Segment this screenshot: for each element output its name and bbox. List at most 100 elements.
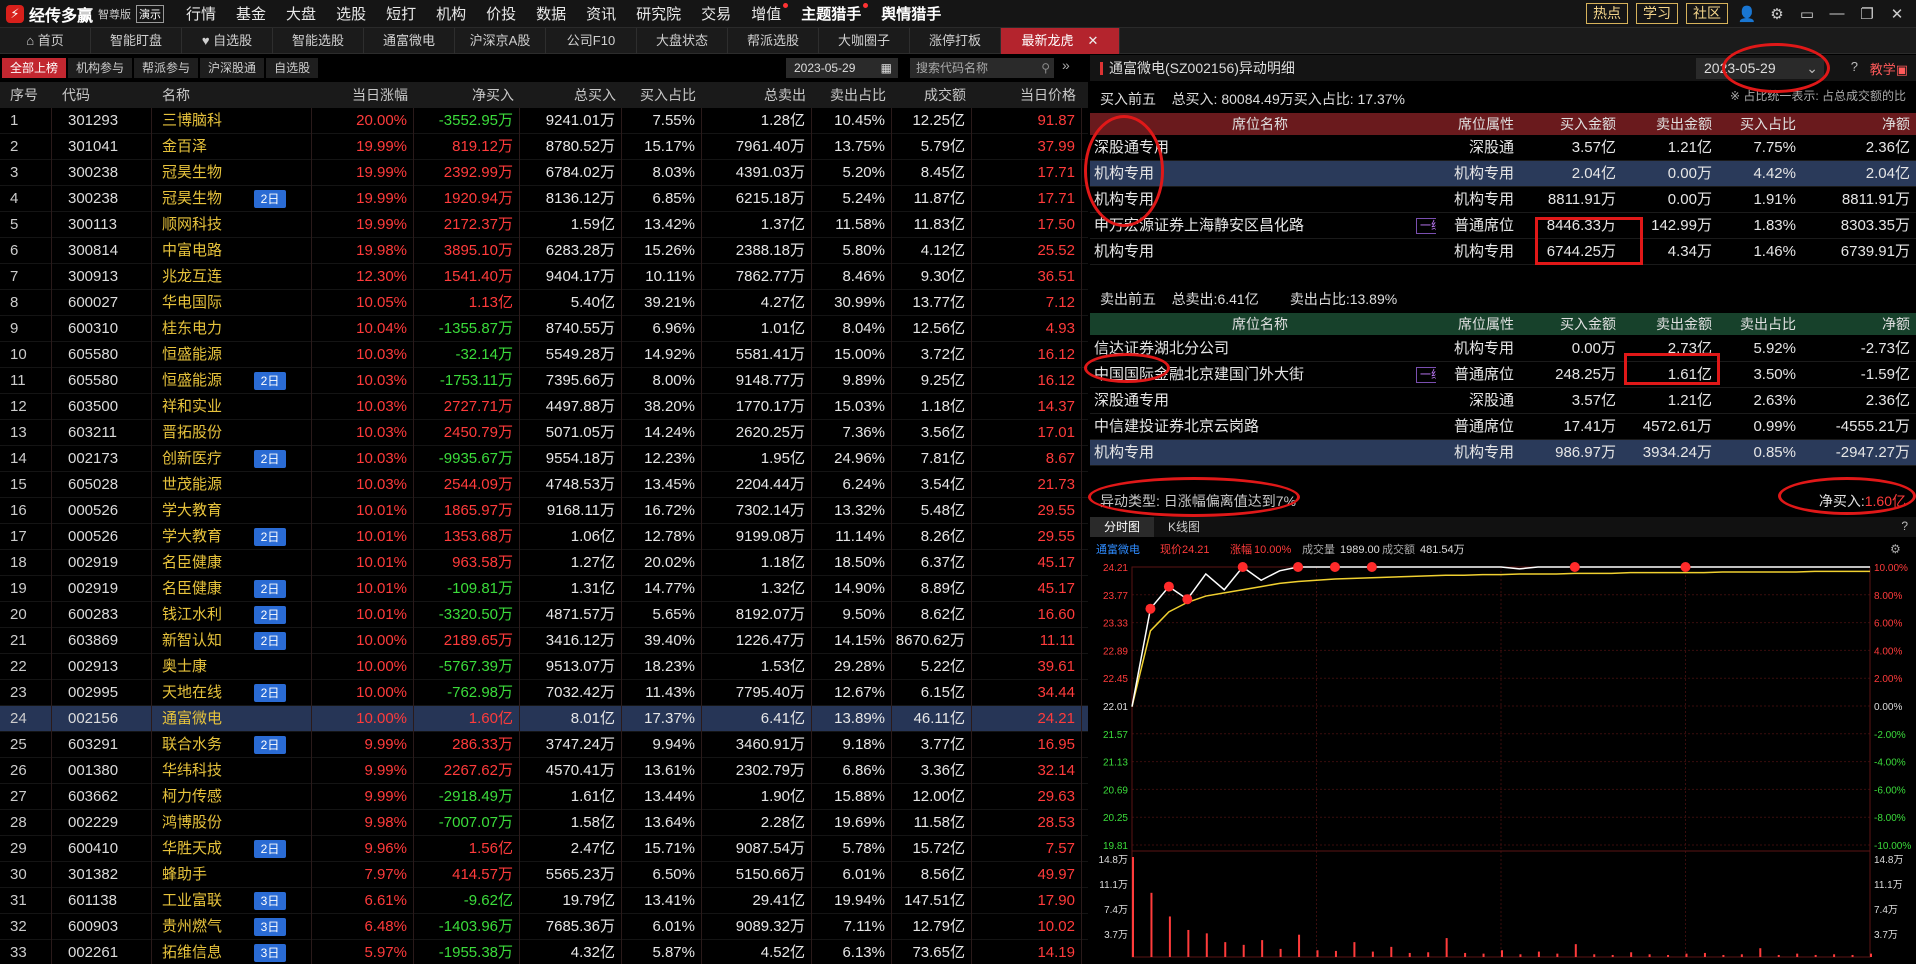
column-header[interactable]: 卖出占比 [812,82,892,108]
stock-name[interactable]: 恒盛能源 2日 [152,367,312,394]
table-row[interactable]: 3 300238 冠昊生物 19.99% 2392.99万 6784.02万 8.03% 43… [0,159,1088,186]
table-row[interactable]: 16 000526 学大教育 10.01% 1865.97万 9168.11万 16.72%… [0,497,1088,524]
stock-name[interactable]: 联合水务 2日 [152,731,312,758]
stock-name[interactable]: 中富电路 [152,237,312,264]
table-row[interactable]: 15 605028 世茂能源 10.03% 2544.09万 4748.53万 13.45%… [0,471,1088,498]
stock-name[interactable]: 新智认知 2日 [152,627,312,654]
stock-name[interactable]: 世茂能源 [152,471,312,498]
table-row[interactable]: 28 002229 鸿博股份 9.98% -7007.07万 1.58亿 13.64% 2.2… [0,809,1088,836]
table-row[interactable]: 11 605580 恒盛能源 2日 10.03% -1753.11万 7395.66万 8.0… [0,367,1088,394]
column-header[interactable]: 净额 [1802,313,1916,335]
column-header[interactable]: 席位属性 [1436,113,1520,135]
table-row[interactable]: 30 301382 蜂助手 7.97% 414.57万 5565.23万 6.50% 5150… [0,861,1088,888]
table-row[interactable]: 26 001380 华纬科技 9.99% 2267.62万 4570.41万 13.61% 2… [0,757,1088,784]
stock-name[interactable]: 蜂助手 [152,861,312,888]
table-row[interactable]: 32 600903 贵州燃气 3日 6.48% -1403.96万 7685.36万 6.01… [0,913,1088,940]
stock-name[interactable]: 奥士康 [152,653,312,680]
menu-market[interactable]: 大盘 [276,3,326,24]
table-row[interactable]: 7 300913 兆龙互连 12.30% 1541.40万 9404.17万 10.11% 7… [0,263,1088,290]
column-header[interactable]: 席位名称 [1090,313,1436,335]
table-row[interactable]: 17 000526 学大教育 2日 10.01% 1353.68万 1.06亿 12.78% 9… [0,523,1088,550]
table-row[interactable]: 20 600283 钱江水利 2日 10.01% -3320.50万 4871.57万 5.6… [0,601,1088,628]
menu-value-added[interactable]: 增值 [741,3,791,24]
stock-name[interactable]: 华纬科技 [152,757,312,784]
column-header[interactable]: 净买入 [414,82,520,108]
table-row[interactable]: 18 002919 名臣健康 10.01% 963.58万 1.27亿 20.02% 1.18… [0,549,1088,576]
close-icon[interactable]: ✕ [1886,5,1908,23]
menu-news[interactable]: 资讯 [576,3,626,24]
stock-name[interactable]: 金百泽 [152,133,312,160]
stock-name[interactable]: 工业富联 3日 [152,887,312,914]
user-icon[interactable]: 👤 [1736,5,1758,23]
column-header[interactable]: 买入金额 [1520,113,1622,135]
stock-name[interactable]: 天地在线 2日 [152,679,312,706]
seat-row[interactable]: 中信建投证券北京云岗路 普通席位 17.41万 4572.61万 0.99% -4555.… [1090,414,1916,440]
table-row[interactable]: 9 600310 桂东电力 10.04% -1355.87万 8740.55万 6.96% 1… [0,315,1088,342]
learn-button[interactable]: 学习 [1636,3,1678,24]
column-header[interactable]: 成交额 [892,82,972,108]
column-header[interactable]: 当日价格 [972,82,1082,108]
table-row[interactable]: 25 603291 联合水务 2日 9.99% 286.33万 3747.24万 9.94% 3… [0,731,1088,758]
stock-name[interactable]: 钱江水利 2日 [152,601,312,628]
table-row[interactable]: 21 603869 新智认知 2日 10.00% 2189.65万 3416.12万 39.4… [0,627,1088,654]
column-header[interactable]: 总卖出 [702,82,812,108]
hot-button[interactable]: 热点 [1586,3,1628,24]
column-header[interactable]: 买入金额 [1520,313,1622,335]
stock-name[interactable]: 学大教育 [152,497,312,524]
column-header[interactable]: 买入占比 [622,82,702,108]
stock-name[interactable]: 顺网科技 [152,211,312,238]
table-row[interactable]: 2 301041 金百泽 19.99% 819.12万 8780.52万 15.17% 796… [0,133,1088,160]
seat-row[interactable]: 中国国际金融北京建国门外大街一线普通席位248.25万1.61亿3.50%-1.… [1090,362,1916,388]
stock-name[interactable]: 桂东电力 [152,315,312,342]
stock-name[interactable]: 创新医疗 2日 [152,445,312,472]
table-row[interactable]: 31 601138 工业富联 3日 6.61% -9.62亿 19.79亿 13.41% 29.… [0,887,1088,914]
table-row[interactable]: 4 300238 冠昊生物 2日 19.99% 1920.94万 8136.12万 6.85%… [0,185,1088,212]
search-input[interactable]: 搜索代码名称 ⚲ [910,58,1054,78]
stock-name[interactable]: 恒盛能源 [152,341,312,368]
table-row[interactable]: 5 300113 顺网科技 19.99% 2172.37万 1.59亿 13.42% 1.37… [0,211,1088,238]
subtab-connect[interactable]: 沪深股通 [200,58,265,78]
stock-name[interactable]: 冠昊生物 [152,159,312,186]
column-header[interactable]: 总买入 [520,82,622,108]
seat-row[interactable]: 机构专用 机构专用 986.97万 3934.24万 0.85% -2947.27万 [1090,440,1916,466]
help-icon[interactable]: ? [1851,59,1858,74]
column-header[interactable]: 卖出金额 [1622,113,1718,135]
restore-icon[interactable]: ❐ [1856,5,1878,23]
tab-a-shares[interactable]: 沪深京A股 [455,28,546,54]
gear-icon[interactable]: ⚙ [1766,5,1788,23]
community-button[interactable]: 社区 [1686,3,1728,24]
menu-short-trade[interactable]: 短打 [376,3,426,24]
table-row[interactable]: 19 002919 名臣健康 2日 10.01% -109.81万 1.31亿 14.77% 1… [0,575,1088,602]
table-row[interactable]: 8 600027 华电国际 10.05% 1.13亿 5.40亿 39.21% 4.27亿 30… [0,289,1088,316]
table-row[interactable]: 10 605580 恒盛能源 10.03% -32.14万 5549.28万 14.92% 5… [0,341,1088,368]
seat-row[interactable]: 机构专用 机构专用 8811.91万 0.00万 1.91% 8811.91万 [1090,187,1916,213]
minimize-icon[interactable]: — [1826,5,1848,22]
table-row[interactable]: 23 002995 天地在线 2日 10.00% -762.98万 7032.42万 11.4… [0,679,1088,706]
tab-gang-pick[interactable]: 帮派选股 [728,28,819,54]
tab-smart-watch[interactable]: 智能盯盘 [91,28,182,54]
stock-name[interactable]: 名臣健康 2日 [152,575,312,602]
stock-name[interactable]: 名臣健康 [152,549,312,576]
seat-row[interactable]: 深股通专用 深股通 3.57亿 1.21亿 2.63% 2.36亿 [1090,388,1916,414]
tab-circle[interactable]: 大咖圈子 [819,28,910,54]
stock-name[interactable]: 华电国际 [152,289,312,316]
table-row[interactable]: 29 600410 华胜天成 2日 9.96% 1.56亿 2.47亿 15.71% 9087.… [0,835,1088,862]
seat-row[interactable]: 机构专用 机构专用 6744.25万 4.34万 1.46% 6739.91万 [1090,239,1916,265]
tab-tongfu[interactable]: 通富微电 [364,28,455,54]
stock-name[interactable]: 晋拓股份 [152,419,312,446]
menu-institution[interactable]: 机构 [426,3,476,24]
seat-row[interactable]: 信达证券湖北分公司 机构专用 0.00万 2.73亿 5.92% -2.73亿 [1090,336,1916,362]
stock-name[interactable]: 通富微电 [152,705,312,732]
column-header[interactable]: 序号 [0,82,52,108]
tab-smart-pick[interactable]: 智能选股 [273,28,364,54]
stock-name[interactable]: 贵州燃气 3日 [152,913,312,940]
menu-value[interactable]: 价投 [476,3,526,24]
table-row[interactable]: 14 002173 创新医疗 2日 10.03% -9935.67万 9554.18万 12.… [0,445,1088,472]
subtab-institution[interactable]: 机构参与 [68,58,133,78]
column-header[interactable]: 买入占比 [1718,113,1802,135]
column-header[interactable]: 代码 [52,82,152,108]
table-row[interactable]: 33 002261 拓维信息 3日 5.97% -1955.38万 4.32亿 5.87% 4.… [0,939,1088,964]
subtab-watchlist[interactable]: 自选股 [266,58,319,78]
window-icon[interactable]: ▭ [1796,5,1818,23]
menu-sentiment-hunter[interactable]: 舆情猎手 [871,3,951,24]
